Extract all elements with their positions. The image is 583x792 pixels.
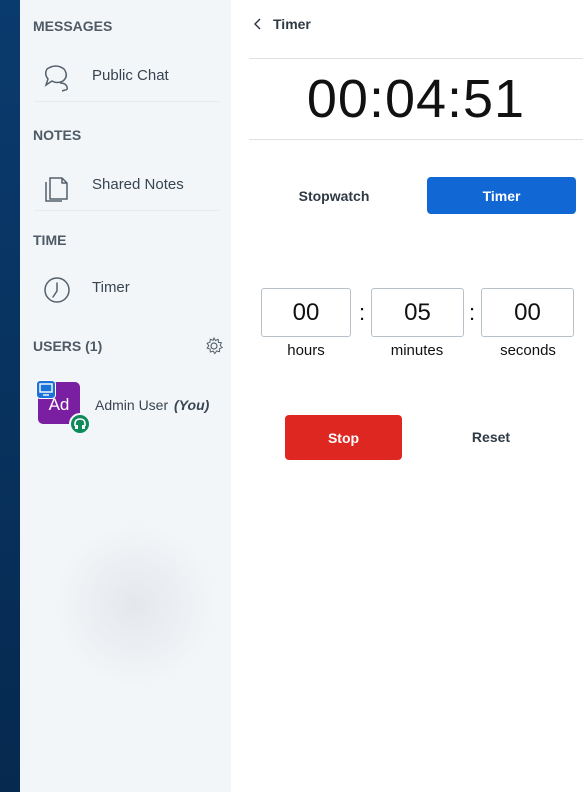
user-name-text: Admin User	[95, 397, 169, 413]
public-chat-label: Public Chat	[92, 67, 169, 84]
stop-button[interactable]: Stop	[285, 415, 402, 460]
users-section-title: USERS (1)	[33, 338, 103, 354]
sidebar-item-shared-notes[interactable]: Shared Notes	[34, 164, 219, 211]
gear-icon[interactable]	[204, 336, 224, 356]
hours-input[interactable]: 00	[261, 288, 351, 337]
timer-display: 00:04:51	[249, 58, 583, 140]
presenter-icon	[36, 380, 56, 399]
clock-icon	[44, 277, 70, 303]
notes-document-icon	[45, 177, 68, 202]
hours-minutes-separator: :	[359, 300, 366, 325]
messages-section-title: MESSAGES	[33, 18, 113, 34]
sidebar: MESSAGES Public Chat NOTES Shared Notes …	[20, 0, 231, 792]
tab-timer[interactable]: Timer	[427, 177, 576, 214]
sidebar-item-public-chat[interactable]: Public Chat	[34, 55, 219, 102]
chevron-left-icon	[253, 18, 261, 30]
sidebar-background-glow	[55, 520, 215, 690]
shared-notes-label: Shared Notes	[92, 176, 184, 193]
user-name: Admin User (You)	[95, 397, 209, 413]
hours-label: hours	[287, 342, 325, 359]
left-navigation-strip	[0, 0, 20, 792]
sidebar-item-timer[interactable]: Timer	[34, 267, 219, 313]
notes-section-title: NOTES	[33, 127, 82, 143]
minutes-input[interactable]: 05	[371, 288, 464, 337]
back-button[interactable]: Timer	[253, 14, 311, 34]
current-user-label: (You)	[174, 397, 210, 413]
timer-label: Timer	[92, 279, 130, 296]
panel-title: Timer	[273, 16, 311, 32]
time-section-title: TIME	[33, 232, 67, 248]
headset-icon	[69, 413, 91, 435]
user-list-item[interactable]: Ad Admin User (You)	[36, 380, 228, 435]
tab-stopwatch[interactable]: Stopwatch	[267, 177, 401, 214]
reset-button[interactable]: Reset	[456, 417, 526, 457]
seconds-label: seconds	[500, 342, 556, 359]
timer-panel: Timer 00:04:51 Stopwatch Timer 00 : 05 :…	[231, 0, 583, 792]
minutes-label: minutes	[390, 342, 444, 359]
minutes-seconds-separator: :	[469, 300, 476, 325]
seconds-input[interactable]: 00	[481, 288, 574, 337]
chat-bubbles-icon	[44, 65, 68, 92]
